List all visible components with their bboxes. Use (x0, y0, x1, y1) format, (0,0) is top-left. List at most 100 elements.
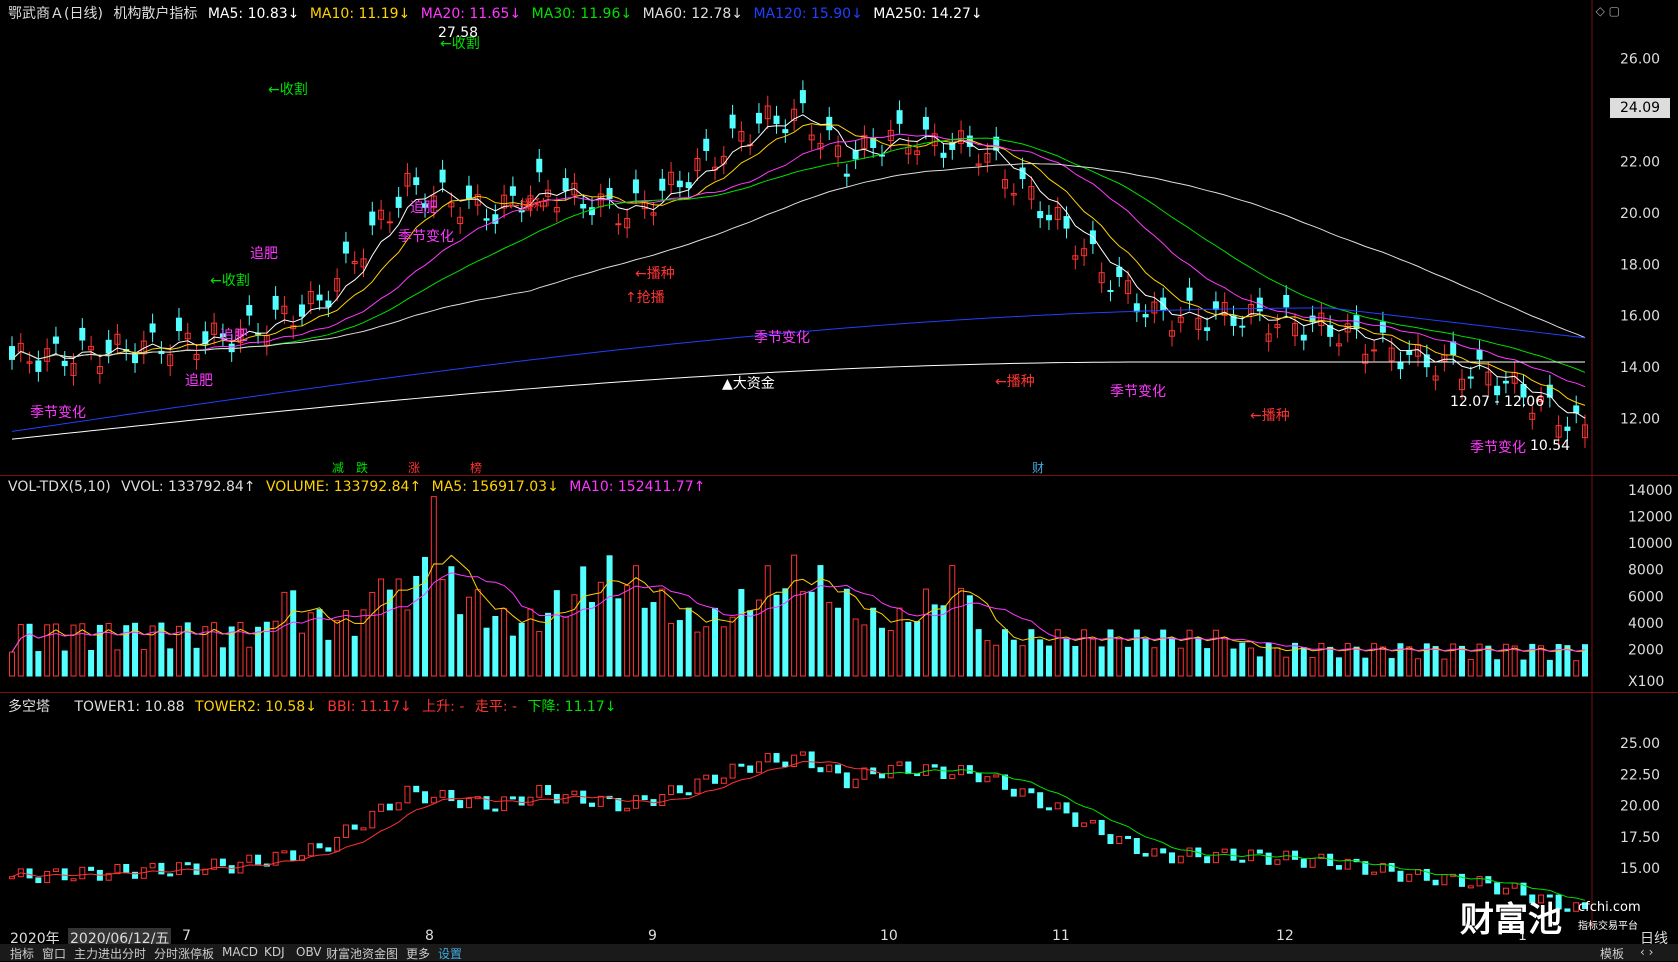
tower-bar (949, 774, 956, 780)
vol-tick: 6000 (1628, 589, 1664, 605)
low-label: 10.54 (1530, 438, 1570, 454)
volume-bar (334, 619, 341, 677)
volume-panel[interactable]: 14000 12000 10000 8000 6000 4000 2000 X100 VOL-… (0, 476, 1678, 692)
candle-body (1406, 350, 1413, 355)
volume-bar (694, 631, 701, 677)
tower-bar (729, 763, 736, 779)
season-change-label: 季节变化 (754, 330, 810, 346)
tower-bar (1441, 874, 1448, 886)
volume-bar (342, 609, 349, 677)
tower-panel[interactable]: 25.00 22.50 20.00 17.50 15.00 多空塔 TOWER1: 10… (0, 693, 1678, 928)
tab-settings[interactable]: 设置 (438, 945, 462, 962)
tower-tick: 17.50 (1620, 830, 1660, 846)
indicator-name[interactable]: 机构散户指标 (113, 6, 197, 22)
tower-chart[interactable]: 25.00 22.50 20.00 17.50 15.00 (0, 693, 1678, 928)
volume-header: VOL-TDX(5,10) VVOL: 133792.84↑ VOLUME: 1… (8, 479, 711, 495)
tab-template[interactable]: 模板 (1600, 945, 1624, 962)
price-tick: 26.00 (1620, 52, 1660, 68)
tower-bar (465, 798, 472, 809)
tower-bar (1063, 802, 1070, 814)
window-controls-icon[interactable]: ◇ ▢ (1596, 4, 1620, 18)
tab-obv[interactable]: OBV (296, 945, 322, 959)
harvest-label: ←收割 (268, 81, 308, 98)
tower-bar (70, 878, 77, 882)
tower-bar (703, 774, 710, 780)
month-label: 9 (648, 928, 657, 944)
candle-body (632, 179, 639, 194)
tower-bar (114, 864, 121, 875)
tower-bar (61, 868, 68, 881)
main-chart-panel[interactable]: 26.0024.0022.0020.0018.0016.0014.0012.00… (0, 0, 1678, 475)
candle-body (1476, 349, 1483, 360)
candle-body (1239, 325, 1246, 328)
tower-tick: 20.00 (1620, 799, 1660, 815)
tower-bar (1107, 834, 1114, 845)
tower-bar (123, 864, 130, 873)
month-label: 12 (1276, 928, 1294, 944)
season-change-label: 季节变化 (398, 229, 454, 245)
tab-main-flow[interactable]: 主力进出分时 (74, 945, 146, 962)
tower-bar (966, 765, 973, 774)
candle-body (369, 211, 376, 226)
nav-arrows-icon[interactable]: ‹ › (1640, 945, 1653, 959)
tower-bar (501, 796, 508, 812)
tab-macd[interactable]: MACD (222, 945, 258, 959)
vol-tick: 10000 (1628, 536, 1673, 552)
volume-bar (940, 605, 947, 677)
sow-label: ←播种 (635, 266, 675, 282)
volume-bar (351, 635, 358, 677)
flat-label: 走平: - (474, 699, 518, 715)
tower-bar (720, 777, 727, 784)
tab-more[interactable]: 更多 (406, 945, 430, 962)
vol-name[interactable]: VOL-TDX(5,10) (8, 479, 111, 495)
tower-bar (422, 791, 429, 804)
volume-bar (659, 588, 666, 677)
tower-bar (975, 772, 982, 783)
tower-bar (246, 854, 253, 863)
tower-name[interactable]: 多空塔 (8, 699, 50, 715)
tower-bar (993, 774, 1000, 778)
tower-bar (782, 761, 789, 767)
candle-body (1116, 266, 1123, 278)
tab-fund-chart[interactable]: 财富池资金图 (326, 945, 398, 962)
volume-bar (167, 648, 174, 677)
tab-kdj[interactable]: KDJ (264, 945, 285, 959)
candle-body (149, 323, 156, 333)
volume-chart[interactable]: 14000 12000 10000 8000 6000 4000 2000 X100 (0, 476, 1678, 692)
tower-bar (571, 790, 578, 796)
tower-bar (351, 824, 358, 830)
tab-limit-board[interactable]: 分时涨停板 (154, 945, 214, 962)
tower-bar (290, 850, 297, 861)
tower-bar (1564, 908, 1571, 912)
tower-bar (931, 764, 938, 768)
tab-indicator[interactable]: 指标 (10, 945, 34, 962)
volume-bar (448, 566, 455, 677)
tower-bar (1125, 835, 1132, 840)
stock-title[interactable]: 鄂武商Ａ(日线) (8, 6, 103, 22)
volume-bar (1292, 642, 1299, 677)
volume-bar (360, 609, 367, 677)
volume-bar (1063, 639, 1070, 677)
event-marker: 减 (332, 461, 344, 475)
tower-bar (378, 803, 385, 812)
candle-body (439, 169, 446, 183)
candlestick-chart[interactable]: 26.0024.0022.0020.0018.0016.0014.0012.00… (0, 0, 1678, 475)
tower-bar (1089, 819, 1096, 824)
tab-window[interactable]: 窗口 (42, 945, 66, 962)
volume-bar (676, 620, 683, 677)
volume-bar (1028, 629, 1035, 677)
volume-bar (1116, 638, 1123, 677)
volume-bar (799, 591, 806, 677)
tower-bar (79, 866, 86, 880)
volume-bar (70, 624, 77, 677)
tower-bar (518, 796, 525, 806)
tower-bar (755, 761, 762, 773)
candle-body (1502, 380, 1509, 384)
volume-bar (720, 626, 727, 677)
volume-bar (1546, 659, 1553, 677)
candle-body (685, 182, 692, 189)
volume-bar (1309, 657, 1316, 677)
bbi-down-line (881, 769, 1586, 901)
tower-bar (1010, 788, 1017, 797)
candle-body (1107, 290, 1114, 293)
